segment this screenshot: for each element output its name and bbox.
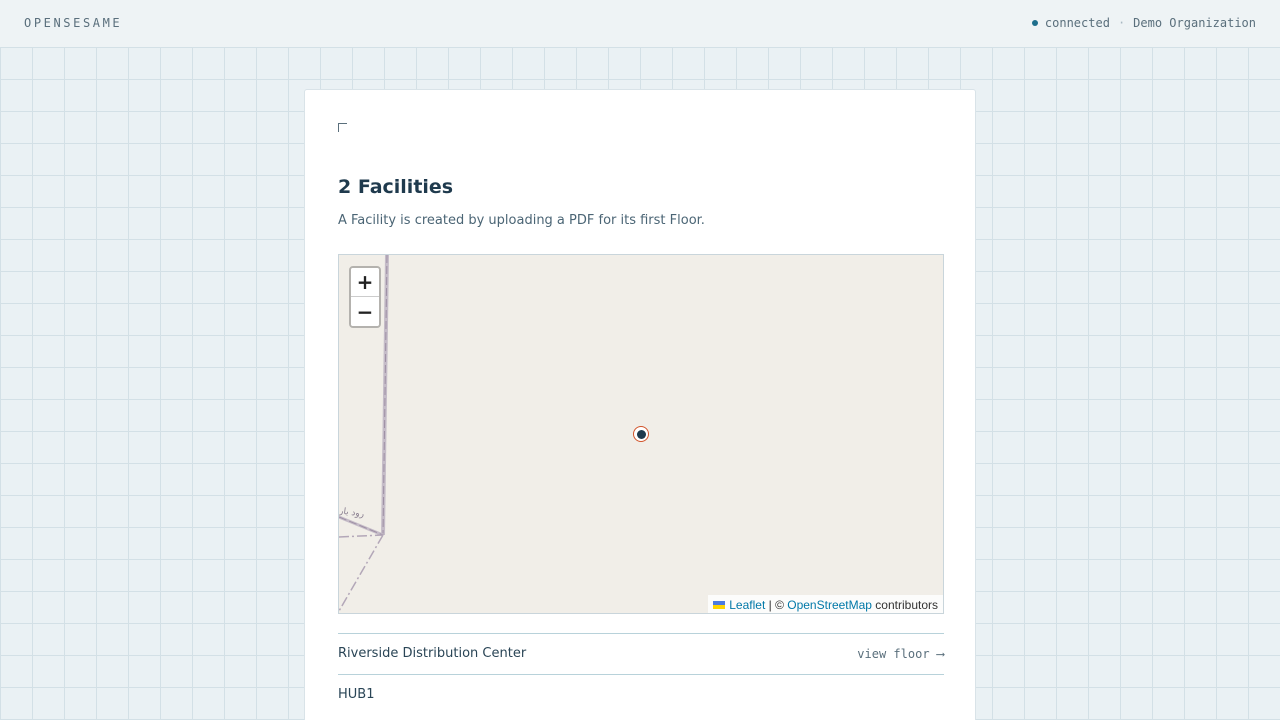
brand-logo[interactable]: OPENSESAME bbox=[24, 16, 122, 30]
facility-row[interactable]: HUB1 bbox=[338, 674, 944, 715]
attribution-separator: | © bbox=[765, 597, 788, 612]
zoom-control: + − bbox=[349, 266, 381, 328]
map-boundary bbox=[339, 516, 384, 536]
status-dot-icon bbox=[1031, 20, 1038, 26]
connection-status: connected · Demo Organization bbox=[1031, 16, 1256, 30]
organization-name[interactable]: Demo Organization bbox=[1133, 16, 1256, 30]
map-boundary bbox=[339, 534, 384, 612]
top-bar: OPENSESAME connected · Demo Organization bbox=[0, 0, 1280, 48]
attribution-suffix: contributors bbox=[871, 597, 938, 612]
facilities-map[interactable]: ﺭﻭﺩ ﺑﺎﺭ + − Leaflet | © OpenStreetMap co… bbox=[338, 254, 944, 614]
facility-name: HUB1 bbox=[338, 687, 375, 702]
status-separator: · bbox=[1117, 16, 1126, 30]
page-subtitle: A Facility is created by uploading a PDF… bbox=[338, 213, 705, 228]
corner-bracket-icon bbox=[338, 123, 347, 132]
ukraine-flag-icon bbox=[713, 600, 726, 609]
openstreetmap-link[interactable]: OpenStreetMap bbox=[787, 598, 872, 612]
view-floor-link[interactable]: view floor ⟶ bbox=[857, 647, 944, 661]
facility-marker-icon[interactable] bbox=[633, 426, 649, 442]
status-text: connected bbox=[1044, 16, 1110, 30]
map-attribution: Leaflet | © OpenStreetMap contributors bbox=[708, 595, 943, 613]
zoom-out-button[interactable]: − bbox=[351, 297, 379, 326]
facility-row[interactable]: Riverside Distribution Center view floor… bbox=[338, 633, 944, 674]
zoom-in-button[interactable]: + bbox=[351, 268, 379, 297]
facility-name: Riverside Distribution Center bbox=[338, 646, 527, 661]
facilities-card: 2 Facilities A Facility is created by up… bbox=[304, 89, 976, 720]
map-boundary bbox=[339, 534, 384, 538]
leaflet-link[interactable]: Leaflet bbox=[729, 598, 765, 612]
page-title: 2 Facilities bbox=[338, 176, 454, 198]
marker-core bbox=[636, 429, 646, 439]
